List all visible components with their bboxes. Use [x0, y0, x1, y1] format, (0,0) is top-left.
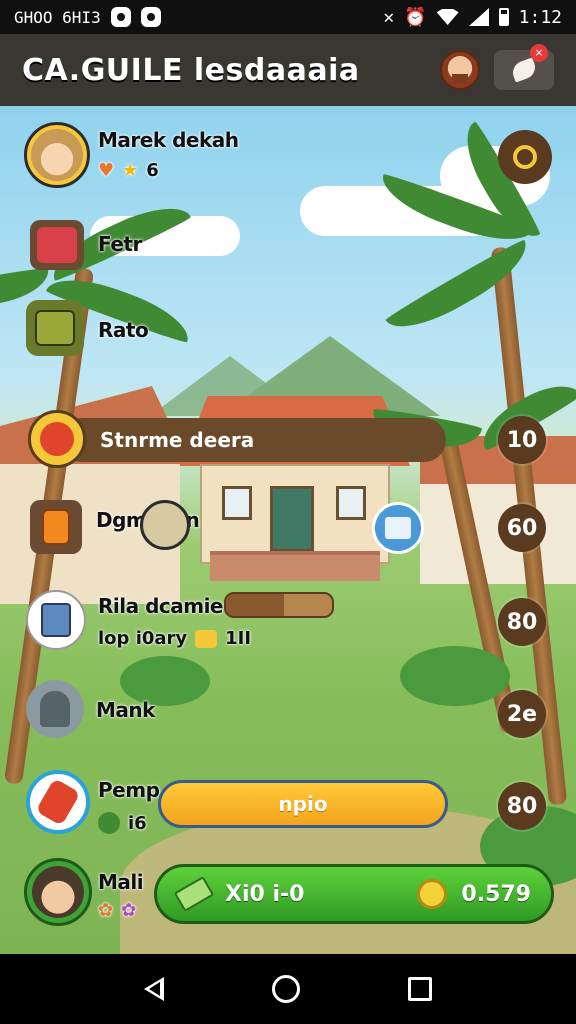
- star-icon: ★: [122, 160, 139, 181]
- row-name-rato[interactable]: Rato: [98, 318, 149, 342]
- mailbox-icon: [35, 310, 75, 346]
- shield-badge-button[interactable]: [498, 130, 552, 184]
- flower-icon: ✿: [98, 900, 114, 921]
- row-icon-mank[interactable]: [26, 680, 84, 738]
- coin-icon: [417, 879, 448, 909]
- canister-icon: [41, 603, 71, 637]
- profile-avatar-icon[interactable]: [440, 50, 480, 90]
- apple-icon: [40, 422, 74, 456]
- candy-icon: ✿: [121, 900, 137, 921]
- friend-avatar-icon: [32, 866, 84, 918]
- status-bar: GHOO 6HI3 ✕ ⏰ 1:12: [0, 0, 576, 34]
- chest-icon: [37, 227, 77, 263]
- row-sub-count-rila: 1II: [225, 628, 252, 649]
- row-score-stnrme: 10: [498, 416, 546, 464]
- row-score-rila: 80: [498, 598, 546, 646]
- shield-badge-icon: [513, 145, 537, 169]
- book-icon: [42, 509, 70, 545]
- wifi-icon: [436, 9, 459, 25]
- home-icon[interactable]: [272, 975, 300, 1003]
- player-avatar-icon: [31, 129, 83, 181]
- row-icon-rato[interactable]: [26, 300, 84, 356]
- status-carrier-text: GHOO 6HI3: [14, 7, 101, 27]
- crate-icon: [385, 517, 411, 539]
- signal-icon: [468, 8, 489, 26]
- orange-action-button[interactable]: npio: [158, 780, 448, 828]
- app-header: CA.GUILE lesdaaaia ×: [0, 34, 576, 106]
- row-sub-text-rila: lop i0ary: [98, 628, 188, 649]
- player-stats: ♥ ★ 6: [98, 160, 159, 181]
- spray-icon: [35, 778, 81, 826]
- supply-crate-button[interactable]: [372, 502, 424, 554]
- player-star-count: 6: [146, 160, 159, 181]
- cash-label: Xi0 i-0: [225, 881, 305, 907]
- row-progress-rila: [224, 592, 334, 618]
- coin-label: 0.579: [461, 881, 531, 907]
- player-avatar[interactable]: [24, 122, 90, 188]
- row-icon-stnrme[interactable]: [28, 410, 86, 468]
- leaf-coin-icon: [98, 812, 120, 834]
- chat-bubble-icon: [110, 7, 131, 27]
- recent-apps-icon[interactable]: [408, 977, 432, 1001]
- row-name-mank[interactable]: Mank: [96, 698, 155, 722]
- row-sub-mali: ✿ ✿: [98, 900, 136, 921]
- friend-avatar-small[interactable]: [140, 500, 190, 550]
- chat-bubble-icon: [140, 7, 161, 27]
- row-icon-dgmoean[interactable]: [30, 500, 82, 554]
- green-reward-button[interactable]: Xi0 i-0 0.579: [154, 864, 554, 924]
- row-icon-rila[interactable]: [26, 590, 86, 650]
- row-score-mank: 2e: [498, 690, 546, 738]
- row-name-fetr[interactable]: Fetr: [98, 232, 142, 256]
- cash-icon: [173, 875, 215, 913]
- status-time: 1:12: [518, 6, 562, 28]
- featured-row-bar[interactable]: Stnrme deera: [60, 418, 446, 462]
- row-name-mali[interactable]: Mali: [98, 870, 144, 894]
- player-name: Marek dekah: [98, 128, 239, 152]
- alarm-icon: ⏰: [404, 6, 427, 28]
- row-name-rila[interactable]: Rila dcamie: [98, 594, 224, 618]
- bush: [400, 646, 510, 706]
- row-score-pemp: 80: [498, 782, 546, 830]
- system-nav-bar: [0, 954, 576, 1024]
- row-icon-fetr[interactable]: [30, 220, 84, 270]
- row-icon-pemp[interactable]: [26, 770, 90, 834]
- house-steps: [210, 551, 380, 581]
- row-sub-pemp: i6: [98, 812, 147, 834]
- battery-icon: [498, 8, 509, 26]
- row-name-stnrme: Stnrme deera: [100, 428, 255, 452]
- back-icon[interactable]: [144, 977, 164, 1001]
- row-name-pemp[interactable]: Pemp: [98, 778, 160, 802]
- close-badge-icon: ×: [530, 44, 548, 62]
- leaf-message-icon: [509, 57, 539, 83]
- row-score-dgmoean: 60: [498, 504, 546, 552]
- ticket-icon: [195, 629, 218, 648]
- ghost-icon: [40, 691, 70, 727]
- heart-icon: ♥: [98, 160, 115, 181]
- row-icon-mali[interactable]: [24, 858, 92, 926]
- progress-fill: [226, 594, 285, 616]
- app-title: CA.GUILE lesdaaaia: [22, 52, 360, 88]
- row-sub-rila: lop i0ary 1II: [98, 628, 251, 649]
- row-sub-text-pemp: i6: [128, 812, 147, 834]
- mute-icon: ✕: [383, 6, 395, 28]
- messages-button[interactable]: ×: [494, 44, 554, 90]
